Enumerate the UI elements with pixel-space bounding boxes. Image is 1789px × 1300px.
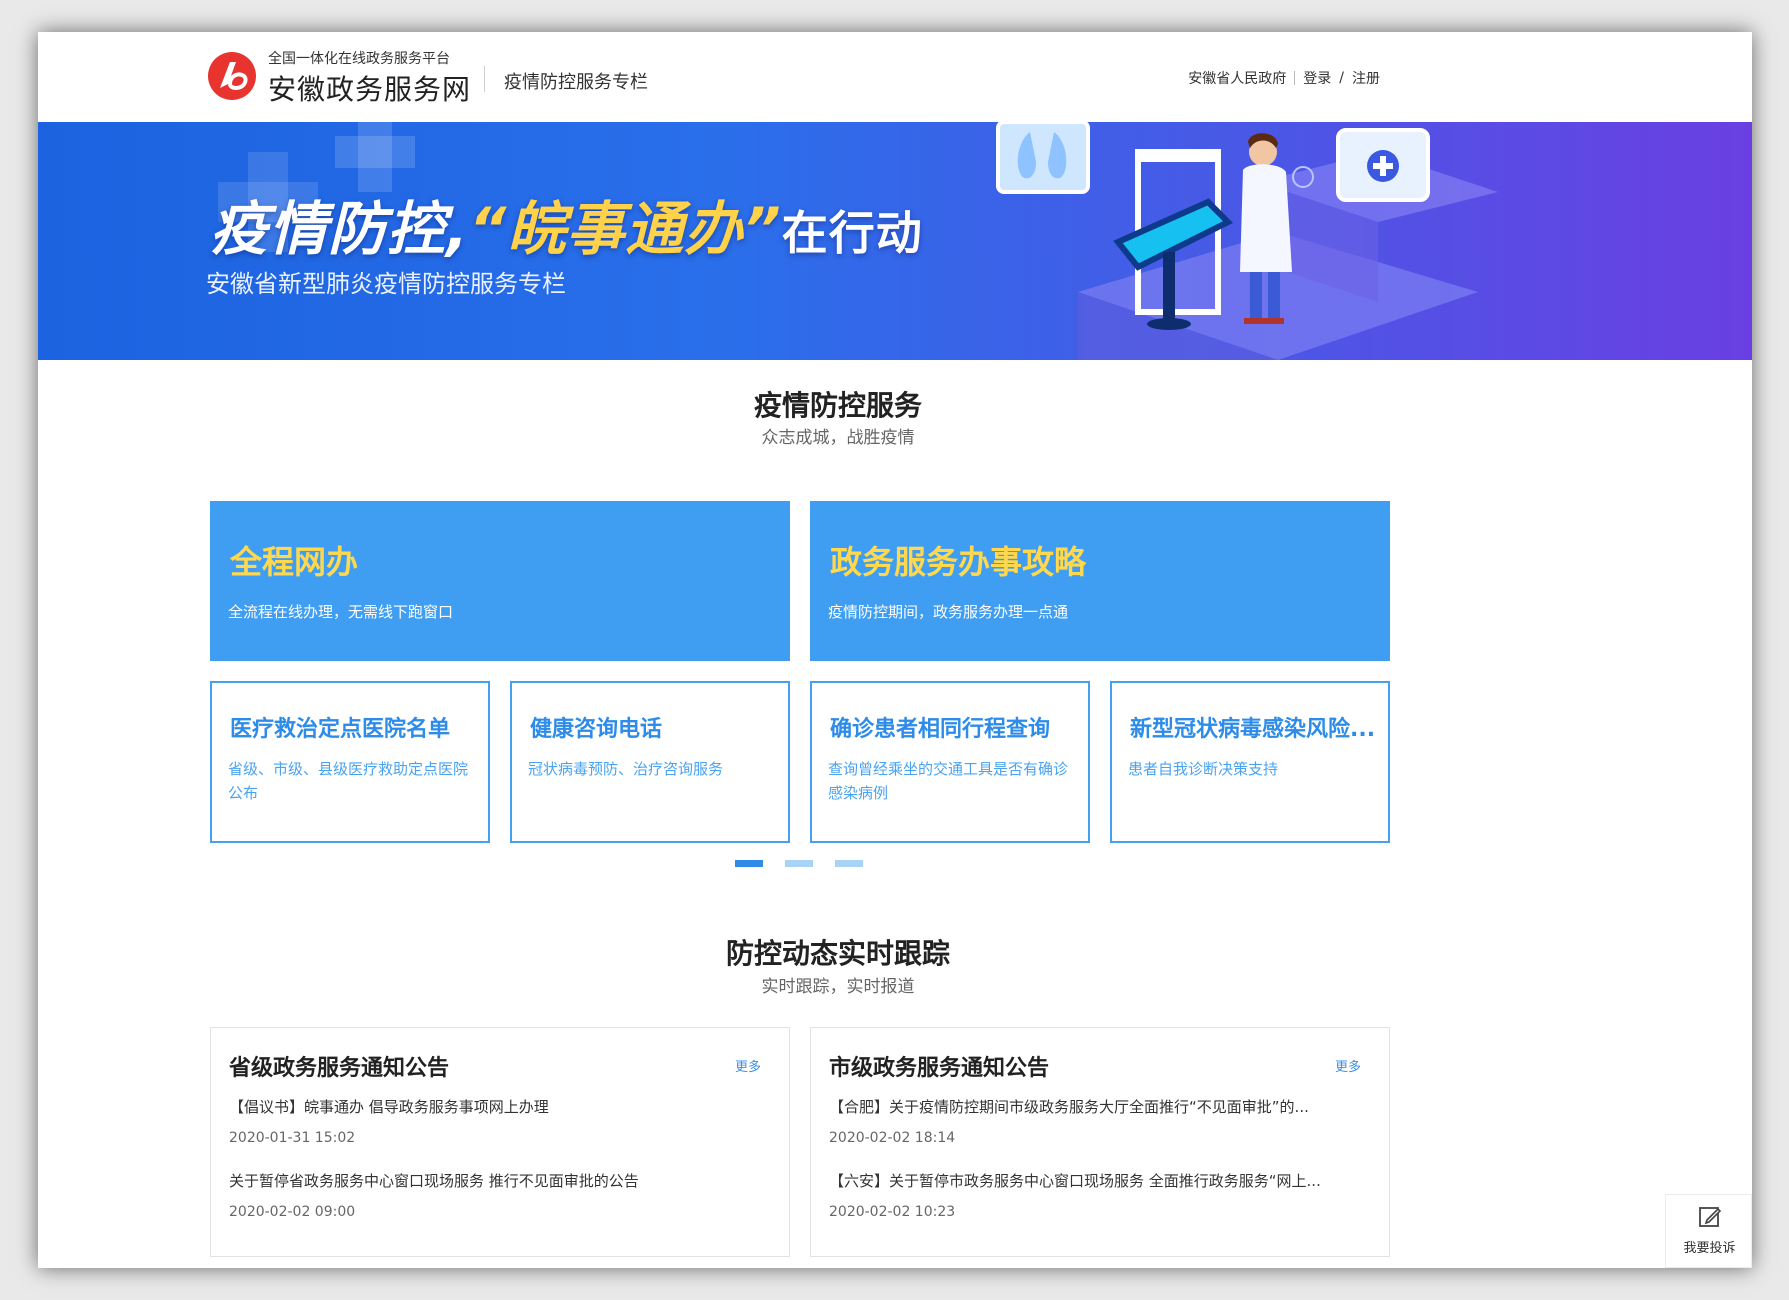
top-links: 安徽省人民政府 登录 / 注册 bbox=[1188, 68, 1380, 88]
card-title: 医疗救治定点医院名单 bbox=[230, 717, 451, 742]
big-card-online-service[interactable]: 全程网办 全流程在线办理，无需线下跑窗口 bbox=[210, 501, 790, 661]
card-desc: 省级、市级、县级医疗救助定点医院公布 bbox=[228, 760, 469, 802]
banner-title-part2: 在行动 bbox=[781, 206, 923, 260]
notice-date: 2020-02-02 18:14 bbox=[829, 1130, 956, 1146]
site-logo-icon[interactable] bbox=[206, 50, 258, 102]
big-card-title: 全程网办 bbox=[230, 543, 359, 581]
tracking-subtitle: 实时跟踪，实时报道 bbox=[761, 977, 915, 997]
notice-item[interactable]: 关于暂停省政务服务中心窗口现场服务 推行不见面审批的公告 bbox=[229, 1170, 774, 1191]
hero-banner: 疫情防控,“皖事通办”在行动 安徽省新型肺炎疫情防控服务专栏 bbox=[38, 122, 1752, 360]
tracking-title: 防控动态实时跟踪 bbox=[725, 937, 950, 970]
services-title: 疫情防控服务 bbox=[753, 389, 922, 422]
big-card-title: 政务服务办事攻略 bbox=[830, 543, 1087, 581]
card-designated-hospitals[interactable]: 医疗救治定点医院名单 省级、市级、县级医疗救助定点医院公布 bbox=[210, 681, 490, 843]
more-link[interactable]: 更多 bbox=[1335, 1056, 1361, 1075]
municipal-notice-panel: 市级政务服务通知公告 更多 【合肥】关于疫情防控期间市级政务服务大厅全面推行“不… bbox=[810, 1027, 1390, 1257]
card-same-trip-query[interactable]: 确诊患者相同行程查询 查询曾经乘坐的交通工具是否有确诊感染病例 bbox=[810, 681, 1090, 843]
card-title: 健康咨询电话 bbox=[530, 717, 663, 742]
register-link[interactable]: 注册 bbox=[1352, 68, 1380, 88]
notice-item[interactable]: 【六安】关于暂停市政务服务中心窗口现场服务 全面推行政务服务“网上... bbox=[829, 1170, 1374, 1191]
card-desc: 查询曾经乘坐的交通工具是否有确诊感染病例 bbox=[828, 760, 1069, 802]
panel-title: 省级政务服务通知公告 bbox=[229, 1056, 450, 1081]
page-frame: 全国一体化在线政务服务平台 安徽政务服务网 疫情防控服务专栏 安徽省人民政府 登… bbox=[38, 32, 1752, 1268]
carousel-dot-1[interactable] bbox=[735, 860, 763, 867]
panel-title: 市级政务服务通知公告 bbox=[829, 1056, 1050, 1081]
provincial-notice-panel: 省级政务服务通知公告 更多 【倡议书】皖事通办 倡导政务服务事项网上办理 202… bbox=[210, 1027, 790, 1257]
platform-subtitle: 全国一体化在线政务服务平台 bbox=[268, 51, 450, 67]
banner-title: 疫情防控,“皖事通办”在行动 bbox=[210, 182, 923, 266]
gov-link[interactable]: 安徽省人民政府 bbox=[1188, 68, 1286, 88]
card-title: 新型冠状病毒感染风险... bbox=[1130, 717, 1376, 742]
notice-item[interactable]: 【合肥】关于疫情防控期间市级政务服务大厅全面推行“不见面审批”的... bbox=[829, 1096, 1374, 1117]
card-desc: 冠状病毒预防、治疗咨询服务 bbox=[528, 760, 724, 778]
services-subtitle: 众志成城，战胜疫情 bbox=[761, 428, 915, 448]
notice-date: 2020-01-31 15:02 bbox=[229, 1130, 356, 1146]
site-name[interactable]: 安徽政务服务网 bbox=[268, 68, 471, 108]
link-slash: / bbox=[1339, 70, 1344, 86]
column-title: 疫情防控服务专栏 bbox=[504, 72, 648, 93]
carousel-dot-2[interactable] bbox=[785, 860, 813, 867]
complaint-button[interactable]: 我要投诉 bbox=[1665, 1194, 1752, 1268]
header-divider bbox=[484, 66, 485, 92]
complaint-label: 我要投诉 bbox=[1683, 1241, 1736, 1256]
banner-subtitle: 安徽省新型肺炎疫情防控服务专栏 bbox=[206, 270, 566, 298]
doctor-illustration-icon bbox=[996, 122, 1498, 360]
card-desc: 患者自我诊断决策支持 bbox=[1128, 760, 1279, 778]
site-header: 全国一体化在线政务服务平台 安徽政务服务网 疫情防控服务专栏 安徽省人民政府 登… bbox=[38, 32, 1752, 122]
more-link[interactable]: 更多 bbox=[735, 1056, 761, 1075]
edit-icon bbox=[1699, 1207, 1722, 1227]
big-card-service-guide[interactable]: 政务服务办事攻略 疫情防控期间，政务服务办理一点通 bbox=[810, 501, 1390, 661]
notice-date: 2020-02-02 09:00 bbox=[229, 1204, 356, 1220]
link-separator bbox=[1294, 71, 1296, 85]
notice-item[interactable]: 【倡议书】皖事通办 倡导政务服务事项网上办理 bbox=[229, 1096, 774, 1117]
big-card-desc: 疫情防控期间，政务服务办理一点通 bbox=[828, 603, 1069, 621]
login-link[interactable]: 登录 bbox=[1303, 68, 1331, 88]
banner-title-highlight: “皖事通办” bbox=[469, 195, 782, 263]
big-card-desc: 全流程在线办理，无需线下跑窗口 bbox=[228, 603, 454, 621]
card-infection-risk[interactable]: 新型冠状病毒感染风险... 患者自我诊断决策支持 bbox=[1110, 681, 1390, 843]
notice-date: 2020-02-02 10:23 bbox=[829, 1204, 956, 1220]
carousel-dot-3[interactable] bbox=[835, 860, 863, 867]
banner-title-part1: 疫情防控, bbox=[210, 195, 470, 263]
card-title: 确诊患者相同行程查询 bbox=[830, 717, 1051, 742]
card-health-hotline[interactable]: 健康咨询电话 冠状病毒预防、治疗咨询服务 bbox=[510, 681, 790, 843]
